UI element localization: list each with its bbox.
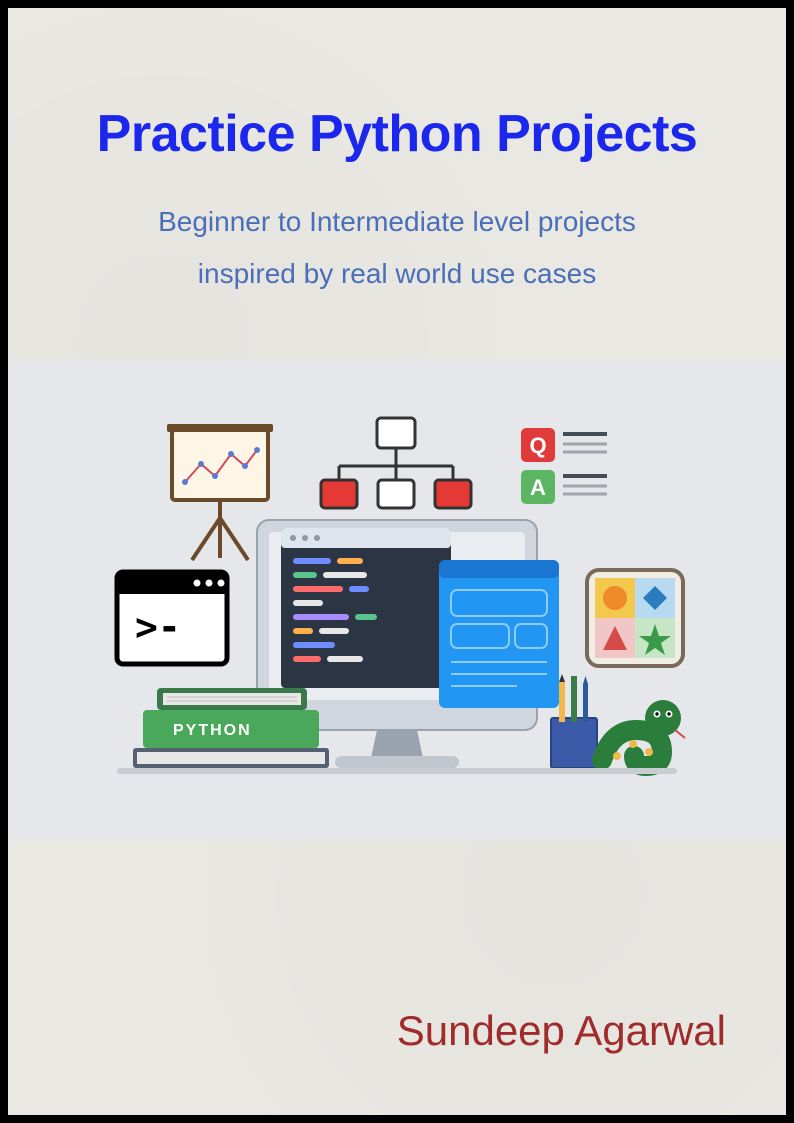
dialog-window-icon (439, 560, 559, 708)
terminal-icon: >- (117, 572, 227, 664)
subtitle-line-2: inspired by real world use cases (198, 258, 596, 289)
books-icon: PYTHON (133, 688, 329, 768)
qa-q-label: Q (529, 433, 546, 458)
cover-illustration: Q A (77, 400, 717, 800)
book-cover: Practice Python Projects Beginner to Int… (0, 0, 794, 1123)
header-block: Practice Python Projects Beginner to Int… (8, 8, 786, 300)
author-block: Sundeep Agarwal (8, 840, 786, 1115)
qa-icon: Q A (521, 428, 607, 504)
qa-a-label: A (530, 475, 546, 500)
page-subtitle: Beginner to Intermediate level projects … (8, 196, 786, 300)
svg-text:>-: >- (135, 605, 181, 649)
author-name: Sundeep Agarwal (397, 1007, 726, 1055)
page-title: Practice Python Projects (8, 104, 786, 164)
book-spine-label: PYTHON (173, 722, 252, 739)
hierarchy-icon (321, 418, 471, 508)
subtitle-line-1: Beginner to Intermediate level projects (158, 206, 636, 237)
code-editor-icon (281, 528, 451, 688)
snake-icon (602, 700, 685, 766)
shapes-grid-icon (587, 570, 683, 666)
illustration-banner: Q A (8, 360, 786, 840)
